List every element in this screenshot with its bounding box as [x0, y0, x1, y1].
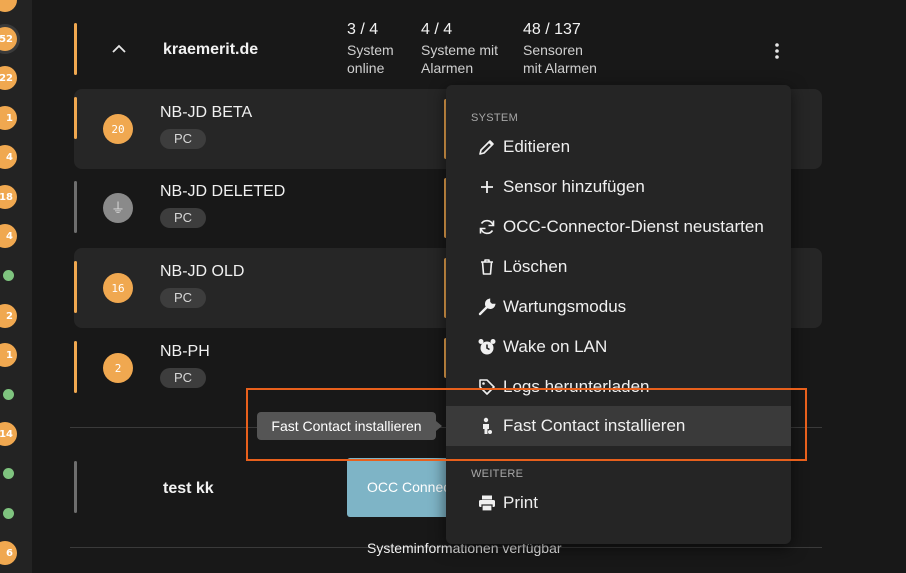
person-hand-icon [483, 417, 492, 434]
system-type-tag: PC [160, 129, 207, 149]
occ-connector-button[interactable]: OCC Connector [347, 458, 457, 517]
menu-section-other: WEITERE [471, 468, 524, 480]
stat-sensors-alarms: 48 / 137 Sensoren mit Alarmen [523, 21, 597, 77]
sidebar-status-dot[interactable] [3, 270, 14, 281]
printer-icon [479, 495, 495, 512]
system-name[interactable]: NB-JD DELETED [160, 183, 285, 201]
menu-item-loeschen[interactable]: Löschen [446, 247, 791, 287]
stat-label: Sensoren mit Alarmen [523, 42, 597, 76]
group-title[interactable]: test kk [163, 480, 214, 498]
menu-item-label: Wake on LAN [503, 337, 608, 356]
sidebar-badge[interactable]: 18 [0, 185, 17, 209]
sidebar-badge[interactable]: 22 [0, 66, 17, 90]
refresh-icon [479, 219, 495, 235]
system-name[interactable]: NB-JD BETA [160, 104, 252, 122]
wrench-icon [478, 298, 496, 316]
menu-item-label: Logs herunterladen [503, 377, 650, 396]
menu-item-label: Print [503, 493, 538, 512]
sidebar: 52 22 1 4 18 4 2 1 14 6 [0, 0, 32, 573]
sidebar-badge[interactable]: 14 [0, 422, 17, 446]
group-status-bar [74, 23, 77, 75]
menu-item-editieren[interactable]: Editieren [446, 127, 791, 167]
menu-section-system: SYSTEM [471, 112, 519, 124]
alarm-count-badge: 2 [103, 353, 133, 383]
stat-value: 3 / 4 [347, 21, 379, 38]
system-name[interactable]: NB-JD OLD [160, 263, 244, 281]
alarm-count-badge: 16 [103, 273, 133, 303]
menu-item-logs-herunterladen[interactable]: Logs herunterladen [446, 367, 791, 407]
sidebar-status-dot[interactable] [3, 508, 14, 519]
stat-label: System online [347, 42, 394, 76]
plus-icon [481, 181, 493, 193]
menu-item-label: Editieren [503, 137, 571, 156]
sidebar-badge[interactable]: 1 [0, 106, 17, 130]
chevron-up-icon[interactable] [110, 40, 128, 58]
menu-item-label: OCC-Connector-Dienst neustarten [503, 217, 764, 236]
sidebar-status-dot[interactable] [3, 468, 14, 479]
menu-item-label: Wartungsmodus [503, 297, 627, 316]
menu-item-wartungsmodus[interactable]: Wartungsmodus [446, 287, 791, 327]
menu-item-label: Fast Contact installieren [503, 416, 686, 435]
tooltip: Fast Contact installieren [257, 412, 436, 440]
stat-value: 4 / 4 [421, 21, 453, 38]
menu-item-print[interactable]: Print [446, 483, 791, 523]
menu-item-sensor-hinzufuegen[interactable]: Sensor hinzufügen [446, 167, 791, 207]
menu-item-fast-contact[interactable]: Fast Contact installieren [446, 406, 791, 446]
sidebar-badge[interactable]: 1 [0, 343, 17, 367]
menu-item-occ-neustarten[interactable]: OCC-Connector-Dienst neustarten [446, 207, 791, 247]
system-type-tag: PC [160, 288, 207, 308]
system-type-tag: PC [160, 368, 207, 388]
tag-icon [479, 379, 495, 395]
plug-icon: ⏚ [103, 193, 133, 223]
stat-systems-online: 3 / 4 System online [347, 21, 394, 77]
sidebar-badge[interactable]: 52 [0, 27, 17, 51]
alarm-clock-icon [478, 339, 496, 355]
context-menu: SYSTEM Editieren Sensor hinzufügen OCC-C… [446, 85, 791, 544]
group-title[interactable]: kraemerit.de [163, 41, 258, 59]
sidebar-badge[interactable]: 2 [0, 304, 17, 328]
menu-item-label: Sensor hinzufügen [503, 177, 645, 196]
tooltip-arrow [436, 421, 442, 431]
system-name[interactable]: NB-PH [160, 343, 210, 361]
sidebar-badge[interactable] [0, 0, 17, 12]
group-status-bar [74, 461, 77, 513]
sidebar-status-dot[interactable] [3, 389, 14, 400]
stat-value: 48 / 137 [523, 21, 581, 38]
sidebar-badge[interactable]: 6 [0, 541, 17, 565]
alarm-count-badge: 20 [103, 114, 133, 144]
menu-item-wake-on-lan[interactable]: Wake on LAN [446, 327, 791, 367]
trash-icon [481, 259, 493, 275]
pencil-icon [479, 140, 494, 155]
menu-item-label: Löschen [503, 257, 568, 276]
sidebar-badge[interactable]: 4 [0, 145, 17, 169]
kebab-menu-icon[interactable] [770, 41, 784, 61]
stat-label: Systeme mit Alarmen [421, 42, 499, 76]
sidebar-badge[interactable]: 4 [0, 224, 17, 248]
stat-systems-alarms: 4 / 4 Systeme mit Alarmen [421, 21, 498, 77]
system-type-tag: PC [160, 208, 207, 228]
